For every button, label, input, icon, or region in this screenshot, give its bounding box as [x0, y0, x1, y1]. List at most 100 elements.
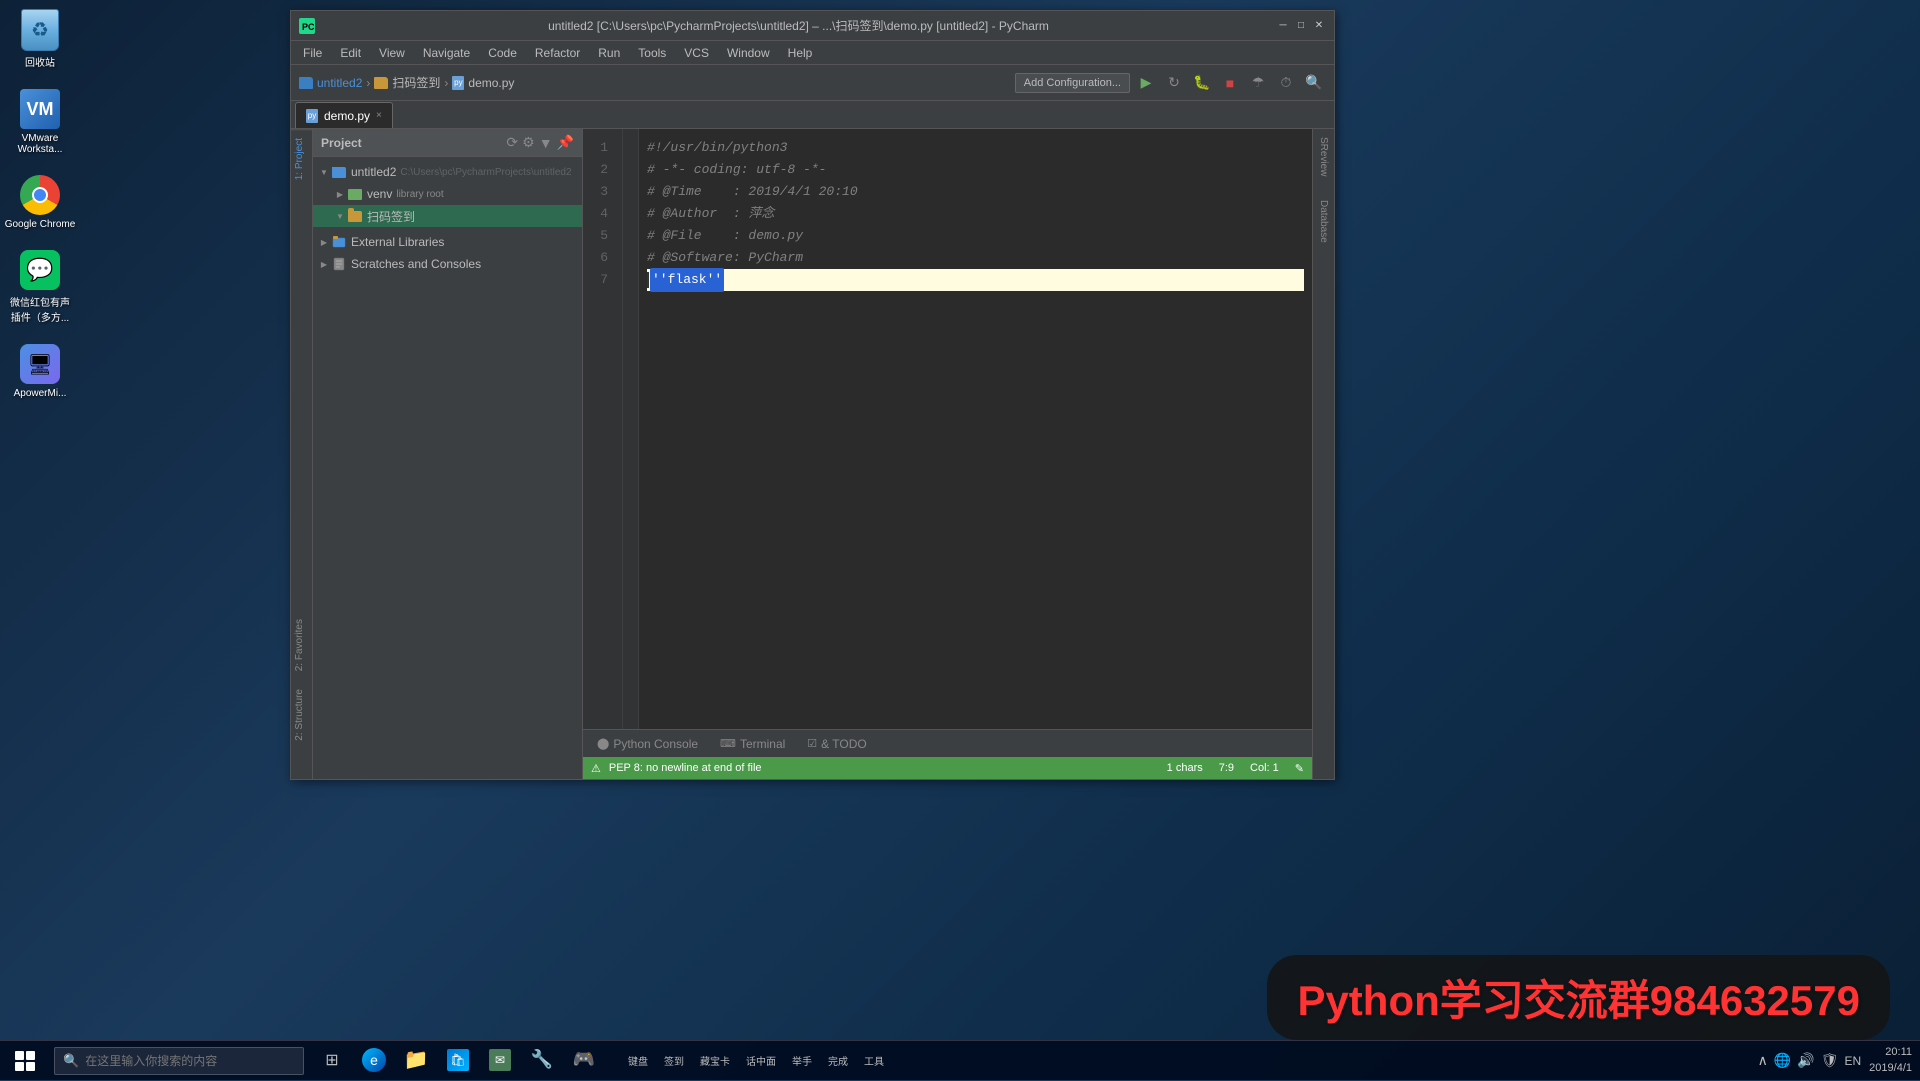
- chrome-desktop-icon[interactable]: Google Chrome: [3, 175, 78, 230]
- scan-folder-icon: [347, 208, 363, 224]
- editor-content[interactable]: 1 2 3 4 5 6 7: [583, 129, 1312, 729]
- code-line-5: # @File : demo.py: [647, 225, 1304, 247]
- tray-arrow-icon[interactable]: ∧: [1758, 1052, 1768, 1069]
- pycharm-window: PC untitled2 [C:\Users\pc\PycharmProject…: [290, 10, 1335, 780]
- menu-edit[interactable]: Edit: [332, 44, 369, 62]
- close-button[interactable]: ✕: [1312, 19, 1326, 33]
- project-panel-header: Project ⟳ ⚙ ▼ 📌: [313, 129, 582, 157]
- terminal-label: Terminal: [740, 737, 785, 751]
- tray-network-icon[interactable]: 🌐: [1774, 1052, 1791, 1069]
- start-sq2: [26, 1051, 35, 1060]
- menu-view[interactable]: View: [371, 44, 413, 62]
- line-num-6: 6: [583, 247, 614, 269]
- profile-button[interactable]: ⏱: [1274, 71, 1298, 95]
- recycle-bin-icon[interactable]: 回收站: [3, 10, 78, 69]
- window-controls: ─ □ ✕: [1276, 19, 1326, 33]
- breadcrumb-untitled2[interactable]: untitled2: [317, 76, 362, 90]
- taskbar-label-face[interactable]: 话中面: [746, 1053, 776, 1068]
- gutter-2: [623, 151, 638, 173]
- tray-en-icon[interactable]: EN: [1845, 1054, 1862, 1068]
- minimize-button[interactable]: ─: [1276, 19, 1290, 33]
- project-pin-button[interactable]: 📌: [557, 134, 574, 151]
- panel-tab-favorites[interactable]: 2: Favorites: [291, 611, 308, 679]
- taskbar-search-input[interactable]: [85, 1054, 295, 1068]
- taskbar-time: 20:11: [1885, 1045, 1912, 1060]
- code-editor[interactable]: #!/usr/bin/python3 # -*- coding: utf-8 -…: [639, 129, 1312, 729]
- breadcrumb-folder-icon: untitled2: [299, 76, 362, 90]
- apower-icon[interactable]: 🖥 ApowerMi...: [3, 344, 78, 399]
- unknown-app-2[interactable]: 🔧: [522, 1041, 562, 1081]
- sreview-tab[interactable]: SReview: [1316, 129, 1331, 184]
- taskbar-search[interactable]: 🔍: [54, 1047, 304, 1075]
- menu-refactor[interactable]: Refactor: [527, 44, 588, 62]
- tree-item-venv[interactable]: ▶ venv library root: [313, 183, 582, 205]
- file-explorer-app[interactable]: 📁: [396, 1041, 436, 1081]
- tree-item-untitled2[interactable]: ▼ untitled2 C:\Users\pc\PycharmProjects\…: [313, 161, 582, 183]
- project-header-actions: ⟳ ⚙ ▼ 📌: [506, 134, 574, 151]
- taskbar-clock[interactable]: 20:11 2019/4/1: [1869, 1045, 1912, 1076]
- terminal-tab[interactable]: ⌨ Terminal: [710, 732, 795, 756]
- coverage-button[interactable]: ☂: [1246, 71, 1270, 95]
- panel-tab-project[interactable]: 1: Project: [291, 129, 312, 188]
- desktop: 回收站 VM VMware Worksta... Google Chrome 💬…: [0, 0, 1920, 1080]
- breadcrumb-demopy[interactable]: demo.py: [468, 76, 514, 90]
- gutter: [623, 129, 639, 729]
- wechat-icon[interactable]: 💬 微信红包有声 插件（多方...: [3, 250, 78, 324]
- menu-file[interactable]: File: [295, 44, 330, 62]
- wechat-label: 微信红包有声 插件（多方...: [10, 294, 70, 324]
- search-everywhere-button[interactable]: 🔍: [1302, 71, 1326, 95]
- taskbar-right: ∧ 🌐 🔊 🛡 EN 20:11 2019/4/1: [1750, 1041, 1920, 1081]
- task-view-button[interactable]: ⊞: [312, 1041, 352, 1081]
- project-settings-button[interactable]: ⚙: [522, 134, 535, 151]
- project-sync-button[interactable]: ⟳: [506, 134, 518, 151]
- apower-img: 🖥: [20, 344, 60, 384]
- editor-tab-demopy[interactable]: py demo.py ×: [295, 102, 393, 128]
- taskbar-label-hand[interactable]: 举手: [792, 1053, 812, 1068]
- store-app[interactable]: 🛍: [438, 1041, 478, 1081]
- tray-volume-icon[interactable]: 🔊: [1797, 1052, 1814, 1069]
- stop-button[interactable]: ■: [1218, 71, 1242, 95]
- taskbar-label-done[interactable]: 完成: [828, 1053, 848, 1068]
- run-button[interactable]: ▶: [1134, 71, 1158, 95]
- breadcrumb-scanfolder[interactable]: 扫码签到: [392, 74, 440, 91]
- tab-bar: py demo.py ×: [291, 101, 1334, 129]
- tab-close-button[interactable]: ×: [376, 110, 382, 121]
- menu-tools[interactable]: Tools: [630, 44, 674, 62]
- edge-app[interactable]: e: [354, 1041, 394, 1081]
- taskbar-label-card[interactable]: 藏宝卡: [700, 1053, 730, 1068]
- code-text-5: # @File : demo.py: [647, 225, 803, 247]
- rerun-button[interactable]: ↻: [1162, 71, 1186, 95]
- database-tab[interactable]: Database: [1316, 192, 1331, 251]
- python-console-label: Python Console: [613, 737, 698, 751]
- debug-button[interactable]: 🐛: [1190, 71, 1214, 95]
- project-collapse-button[interactable]: ▼: [539, 134, 553, 151]
- menu-window[interactable]: Window: [719, 44, 778, 62]
- todo-tab[interactable]: ☑ & TODO: [797, 732, 876, 756]
- taskbar-label-keyboard[interactable]: 键盘: [628, 1053, 648, 1068]
- panel-tab-structure[interactable]: 2: Structure: [291, 681, 308, 749]
- tray-security-icon[interactable]: 🛡: [1821, 1052, 1839, 1069]
- taskbar-label-tools[interactable]: 工具: [864, 1053, 884, 1068]
- menu-bar: File Edit View Navigate Code Refactor Ru…: [291, 41, 1334, 65]
- menu-run[interactable]: Run: [590, 44, 628, 62]
- menu-vcs[interactable]: VCS: [676, 44, 717, 62]
- menu-navigate[interactable]: Navigate: [415, 44, 478, 62]
- tree-item-scratches[interactable]: ▶ Scratches and Consoles: [313, 253, 582, 275]
- unknown-app-3[interactable]: 🎮: [564, 1041, 604, 1081]
- main-content: 1: Project 2: Favorites 2: Structure Pro…: [291, 129, 1334, 779]
- task-view-icon: ⊞: [325, 1050, 338, 1070]
- vmware-icon[interactable]: VM VMware Worksta...: [3, 89, 78, 155]
- start-button[interactable]: [0, 1041, 50, 1081]
- python-console-tab[interactable]: ⬤ Python Console: [587, 732, 708, 756]
- tree-item-external[interactable]: ▶ External Libraries: [313, 231, 582, 253]
- chrome-label: Google Chrome: [5, 219, 76, 230]
- maximize-button[interactable]: □: [1294, 19, 1308, 33]
- unknown-app-1[interactable]: ✉: [480, 1041, 520, 1081]
- status-left: ⚠ PEP 8: no newline at end of file: [591, 762, 762, 775]
- menu-code[interactable]: Code: [480, 44, 525, 62]
- tree-item-scancode[interactable]: ▼ 扫码签到: [313, 205, 582, 227]
- taskbar-label-checkin[interactable]: 签到: [664, 1053, 684, 1068]
- menu-help[interactable]: Help: [780, 44, 821, 62]
- add-configuration-button[interactable]: Add Configuration...: [1015, 73, 1130, 93]
- unknown-icon-3: 🎮: [573, 1049, 595, 1070]
